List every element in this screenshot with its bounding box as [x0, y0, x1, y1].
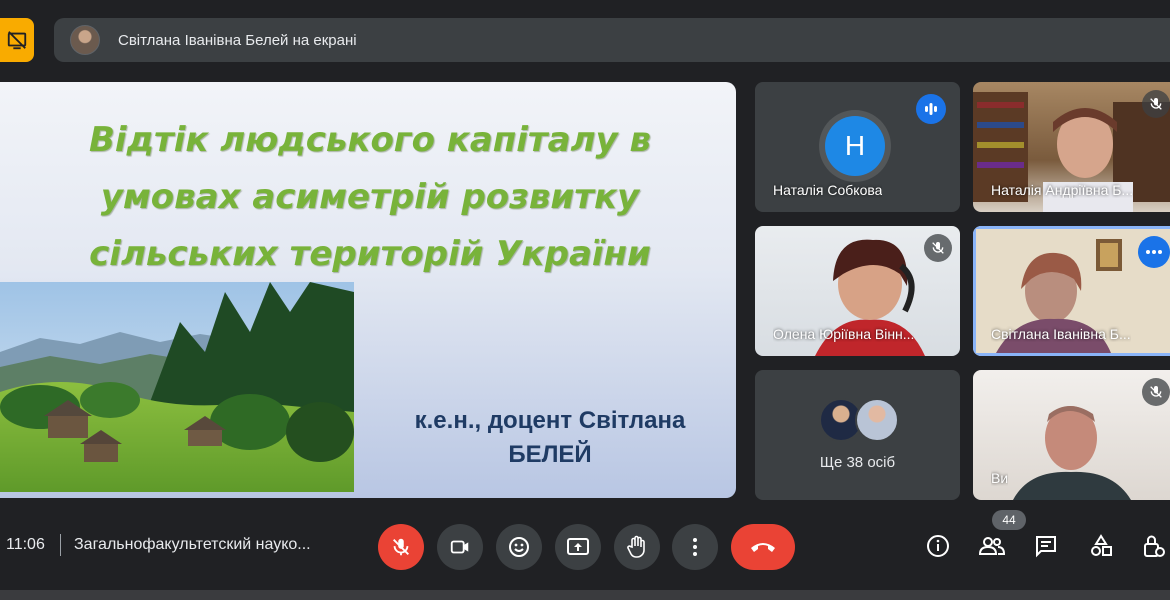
presenter-avatar [70, 25, 100, 55]
host-controls-icon [1144, 535, 1165, 557]
participants-count-badge: 44 [992, 510, 1026, 530]
slide-title: Відтік людського капіталу в умовах асиме… [89, 120, 651, 274]
camera-toggle-button[interactable] [437, 524, 483, 570]
mic-toggle-button[interactable] [378, 524, 424, 570]
people-button[interactable] [978, 532, 1006, 560]
muted-indicator [1142, 378, 1170, 406]
participant-name: Ви [991, 470, 1009, 486]
muted-indicator [924, 234, 952, 262]
speaking-indicator [916, 94, 946, 124]
others-avatars [819, 398, 899, 442]
divider [60, 534, 61, 556]
participant-tile[interactable]: Ви [973, 370, 1170, 500]
avatar: Н [825, 116, 885, 176]
camera-icon [450, 540, 469, 554]
present-off-button[interactable] [0, 18, 34, 62]
more-options-button[interactable] [1138, 236, 1170, 268]
activities-button[interactable] [1087, 532, 1115, 560]
meeting-time: 11:06 [6, 536, 45, 553]
leave-call-button[interactable] [731, 524, 795, 570]
mic-off-icon [393, 538, 409, 556]
reactions-button[interactable] [496, 524, 542, 570]
present-off-icon [7, 31, 27, 50]
participant-name: Олена Юріївна Вінн... [773, 326, 915, 342]
info-icon [927, 535, 949, 557]
slide-author-line2: БЕЛЕЙ [508, 441, 592, 468]
chat-icon [1036, 536, 1056, 558]
muted-indicator [1142, 90, 1170, 118]
presenting-banner: Світлана Іванівна Белей на екрані [54, 18, 1170, 62]
participant-tile[interactable]: Світлана Іванівна Б... [973, 226, 1170, 356]
participant-tile[interactable]: Олена Юріївна Вінн... [755, 226, 960, 356]
slide-author-line1: к.е.н., доцент Світлана [414, 407, 686, 434]
bottom-toolbar: 11:06 Загальнофакультетский науко... 44 [0, 510, 1170, 576]
others-count-label: Ще 38 осіб [819, 454, 896, 471]
participant-name: Світлана Іванівна Б... [991, 326, 1131, 342]
people-icon [978, 537, 1006, 555]
more-vert-icon [693, 538, 697, 556]
avatar [855, 398, 899, 442]
mic-off-icon [1150, 98, 1162, 110]
slide-author: к.е.н., доцент Світлана БЕЛЕЙ [390, 404, 710, 472]
participant-tile[interactable]: Н Наталія Собкова [755, 82, 960, 212]
call-end-icon [751, 543, 775, 552]
mic-off-icon [932, 242, 944, 254]
shared-screen[interactable]: Відтік людського капіталу в умовах асиме… [0, 82, 736, 498]
mic-off-icon [1150, 386, 1162, 398]
raise-hand-icon [627, 535, 645, 558]
emoji-icon [509, 537, 529, 557]
host-controls-button[interactable] [1140, 532, 1168, 560]
more-horiz-icon [1146, 250, 1162, 254]
presenting-banner-text: Світлана Іванівна Белей на екрані [118, 31, 357, 49]
audio-level-icon [925, 103, 937, 115]
others-tile[interactable]: Ще 38 осіб [755, 370, 960, 500]
meeting-title: Загальнофакультетский науко... [74, 536, 311, 553]
meeting-details-button[interactable] [924, 532, 952, 560]
participant-name: Наталія Андріївна Б... [991, 182, 1134, 198]
chat-button[interactable] [1032, 532, 1060, 560]
more-options-button[interactable] [672, 524, 718, 570]
participant-name: Наталія Собкова [773, 182, 883, 198]
participant-tile[interactable]: Наталія Андріївна Б... [973, 82, 1170, 212]
present-screen-icon [567, 538, 589, 555]
activities-icon [1091, 534, 1112, 556]
landscape-image [0, 282, 354, 492]
window-bottom-edge [0, 590, 1170, 600]
raise-hand-button[interactable] [614, 524, 660, 570]
present-button[interactable] [555, 524, 601, 570]
